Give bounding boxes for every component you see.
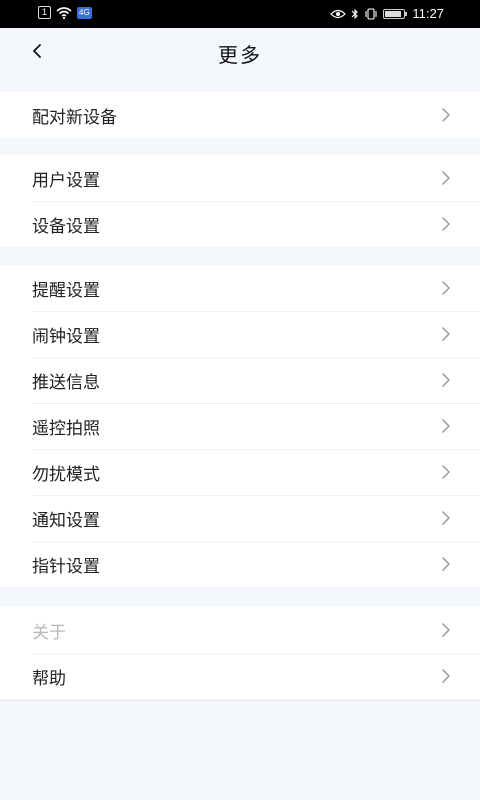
chevron-right-icon [442,108,450,122]
chevron-right-icon [442,669,450,683]
menu-item-label: 关于 [32,622,66,643]
menu-item-about[interactable]: 关于 [0,607,480,653]
status-right: 11:27 [330,6,444,21]
menu-item-pointer-settings[interactable]: 指针设置 [0,541,480,587]
menu-item-label: 用户设置 [32,170,100,191]
menu-item-user-settings[interactable]: 用户设置 [0,155,480,201]
menu-item-do-not-disturb[interactable]: 勿扰模式 [0,449,480,495]
chevron-right-icon [442,373,450,387]
battery-icon [383,8,408,19]
status-bar: 1 4G 11:27 [0,0,480,28]
menu-item-device-settings[interactable]: 设备设置 [0,201,480,247]
chevron-right-icon [442,281,450,295]
chevron-right-icon [442,327,450,341]
chevron-right-icon [442,465,450,479]
menu-item-label: 通知设置 [32,510,100,531]
menu-item-label: 指针设置 [32,556,100,577]
menu-item-label: 配对新设备 [32,107,117,128]
chevron-right-icon [442,419,450,433]
menu-item-label: 提醒设置 [32,280,100,301]
menu-item-label: 勿扰模式 [32,464,100,485]
data-icon: 4G [77,6,92,19]
menu-item-label: 帮助 [32,668,66,689]
divider [0,700,480,701]
chevron-right-icon [442,511,450,525]
menu-item-push-messages[interactable]: 推送信息 [0,357,480,403]
chevron-right-icon [442,623,450,637]
group-info: 关于 帮助 [0,607,480,699]
menu-item-label: 闹钟设置 [32,326,100,347]
wifi-icon [56,6,72,19]
eye-icon [330,9,347,19]
menu-item-alarm-settings[interactable]: 闹钟设置 [0,311,480,357]
menu-item-label: 设备设置 [32,216,100,237]
menu-item-remote-camera[interactable]: 遥控拍照 [0,403,480,449]
group-pair: 配对新设备 [0,92,480,138]
status-left: 1 4G [38,6,92,19]
chevron-right-icon [442,557,450,571]
status-time: 11:27 [412,6,444,21]
chevron-right-icon [442,171,450,185]
menu-item-help[interactable]: 帮助 [0,653,480,699]
menu-item-pair-device[interactable]: 配对新设备 [0,92,480,138]
bluetooth-icon [351,8,359,20]
header: 更多 [0,28,480,76]
group-settings: 用户设置 设备设置 [0,155,480,247]
page-title: 更多 [218,43,262,67]
menu-item-label: 推送信息 [32,372,100,393]
chevron-right-icon [442,217,450,231]
group-features: 提醒设置 闹钟设置 推送信息 遥控拍照 勿扰模式 通知设置 指针设置 [0,265,480,587]
menu-item-notification-settings[interactable]: 通知设置 [0,495,480,541]
vibrate-icon [364,7,378,20]
menu-item-reminder-settings[interactable]: 提醒设置 [0,265,480,311]
menu-item-label: 遥控拍照 [32,418,100,439]
sim-icon: 1 [38,6,51,19]
